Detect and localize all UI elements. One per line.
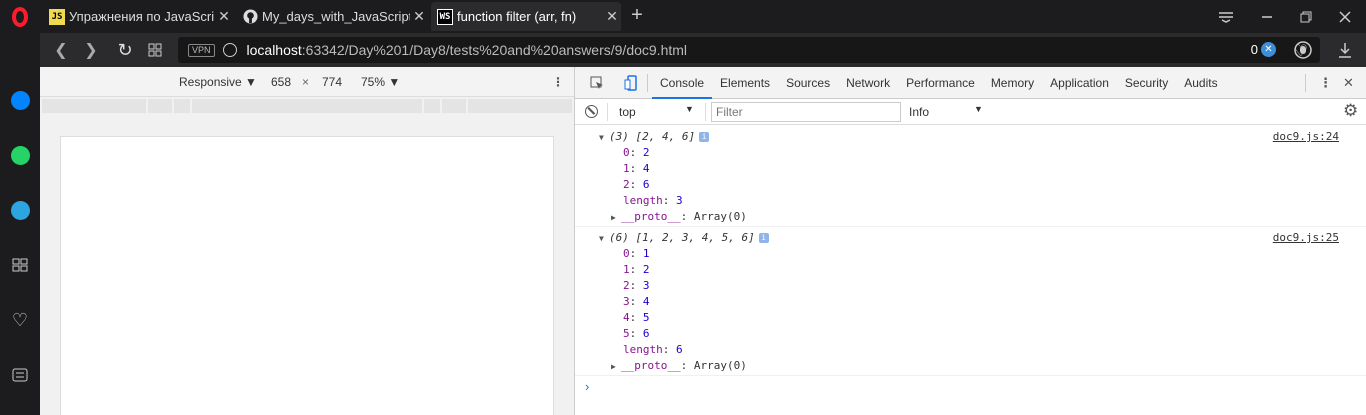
tab-application[interactable]: Application bbox=[1042, 67, 1117, 99]
array-item: 2: 6 bbox=[623, 178, 650, 191]
array-item: 5: 6 bbox=[623, 327, 650, 340]
array-proto[interactable]: ▶ __proto__: Array(0) bbox=[575, 209, 1366, 225]
tab-elements[interactable]: Elements bbox=[712, 67, 778, 99]
close-tab-icon[interactable]: ✕ bbox=[215, 8, 233, 25]
download-icon[interactable] bbox=[1328, 33, 1362, 67]
viewport-width-input[interactable]: 658 bbox=[271, 75, 291, 89]
tab-security[interactable]: Security bbox=[1117, 67, 1176, 99]
inspect-element-icon[interactable] bbox=[575, 76, 619, 90]
speed-dial-icon[interactable] bbox=[10, 255, 30, 275]
console-toolbar: top ▼ Filter Info ▼ ⚙ bbox=[575, 99, 1366, 125]
adblock-icon: ✕ bbox=[1261, 42, 1276, 57]
console-prompt[interactable]: › bbox=[585, 379, 589, 394]
vpn-profile-icon[interactable] bbox=[1286, 33, 1320, 67]
close-tab-icon[interactable]: ✕ bbox=[410, 8, 428, 25]
minimize-icon[interactable] bbox=[1248, 0, 1286, 33]
array-item: 3: 4 bbox=[623, 295, 650, 308]
console-settings-gear-icon[interactable]: ⚙ bbox=[1343, 101, 1358, 121]
array-summary[interactable]: ▼ (6) [1, 2, 3, 4, 5, 6] i doc9.js:25 bbox=[575, 230, 1366, 246]
array-item: 0: 2 bbox=[623, 146, 650, 159]
console-entry: ▼ (3) [2, 4, 6] i doc9.js:24 0: 2 1: 4 2: … bbox=[575, 129, 1366, 225]
devtools-tab-bar: Console Elements Sources Network Perform… bbox=[575, 67, 1366, 99]
webstorm-favicon-icon: WS bbox=[437, 8, 453, 25]
tab-javascript-exercises[interactable]: JS Упражнения по JavaScript ✕ bbox=[43, 2, 233, 31]
news-icon[interactable] bbox=[10, 365, 30, 385]
new-tab-button[interactable]: + bbox=[626, 4, 648, 26]
source-link[interactable]: doc9.js:25 bbox=[1273, 230, 1339, 246]
close-devtools-icon[interactable]: ✕ bbox=[1343, 75, 1354, 91]
tab-console[interactable]: Console bbox=[652, 67, 713, 99]
dimension-separator: × bbox=[302, 74, 310, 89]
log-level-select[interactable]: Info bbox=[909, 105, 929, 119]
level-dropdown-icon[interactable]: ▼ bbox=[974, 104, 983, 114]
context-select[interactable]: top bbox=[619, 105, 636, 119]
array-length: length: 6 bbox=[623, 343, 683, 356]
tab-performance[interactable]: Performance bbox=[898, 67, 983, 99]
tab-sources[interactable]: Sources bbox=[778, 67, 838, 99]
whatsapp-icon[interactable] bbox=[10, 145, 30, 165]
js-favicon-icon: JS bbox=[49, 8, 65, 25]
browser-tab-bar: JS Упражнения по JavaScript ✕ My_days_wi… bbox=[0, 0, 1366, 33]
console-entry: ▼ (6) [1, 2, 3, 4, 5, 6] i doc9.js:25 0: 1… bbox=[575, 230, 1366, 374]
tab-title: Упражнения по JavaScript bbox=[69, 9, 215, 24]
restore-window-icon[interactable] bbox=[1287, 0, 1325, 33]
array-proto[interactable]: ▶ __proto__: Array(0) bbox=[575, 358, 1366, 374]
github-icon bbox=[242, 9, 258, 25]
viewport-height-input[interactable]: 774 bbox=[322, 75, 342, 89]
messenger-icon[interactable] bbox=[10, 90, 30, 110]
zoom-select[interactable]: 75% ▼ bbox=[361, 75, 400, 89]
clear-console-icon[interactable] bbox=[585, 105, 598, 118]
array-item: 1: 2 bbox=[623, 263, 650, 276]
media-query-ruler bbox=[40, 97, 574, 115]
vpn-badge[interactable]: VPN bbox=[188, 43, 215, 57]
tab-memory[interactable]: Memory bbox=[983, 67, 1042, 99]
device-mode-select[interactable]: Responsive ▼ bbox=[179, 75, 257, 89]
source-link[interactable]: doc9.js:24 bbox=[1273, 129, 1339, 145]
tab-title: function filter (arr, fn) bbox=[457, 9, 577, 24]
url-text[interactable]: localhost:63342/Day%201/Day8/tests%20and… bbox=[247, 42, 688, 58]
tab-title: My_days_with_JavaScript/D bbox=[262, 9, 410, 24]
close-tab-icon[interactable]: ✕ bbox=[603, 8, 621, 25]
tab-network[interactable]: Network bbox=[838, 67, 898, 99]
devtools-menu-icon[interactable]: ⋮ bbox=[1319, 75, 1332, 91]
array-summary[interactable]: ▼ (3) [2, 4, 6] i doc9.js:24 bbox=[575, 129, 1366, 145]
adblock-counter[interactable]: 0 ✕ bbox=[1251, 42, 1276, 57]
array-item: 4: 5 bbox=[623, 311, 650, 324]
context-dropdown-icon[interactable]: ▼ bbox=[685, 104, 694, 114]
opera-sidebar: ♡ bbox=[0, 33, 40, 415]
forward-button[interactable]: ❯ bbox=[76, 33, 106, 67]
device-toolbar: Responsive ▼ 658 × 774 75% ▼ ⋮ bbox=[40, 67, 574, 97]
telegram-icon[interactable] bbox=[10, 200, 30, 220]
opera-logo-icon[interactable] bbox=[0, 0, 40, 33]
array-item: 2: 3 bbox=[623, 279, 650, 292]
info-badge-icon[interactable]: i bbox=[699, 132, 710, 142]
tab-audits[interactable]: Audits bbox=[1176, 67, 1225, 99]
array-item: 1: 4 bbox=[623, 162, 650, 175]
expand-triangle-icon[interactable]: ▼ bbox=[599, 231, 609, 247]
reload-button[interactable]: ↻ bbox=[110, 33, 140, 67]
adblock-count: 0 bbox=[1250, 42, 1258, 57]
globe-icon bbox=[222, 43, 237, 57]
tab-github-repo[interactable]: My_days_with_JavaScript/D ✕ bbox=[236, 2, 428, 31]
array-item: 0: 1 bbox=[623, 247, 650, 260]
back-button[interactable]: ❮ bbox=[46, 33, 76, 67]
devtools-panel: Console Elements Sources Network Perform… bbox=[574, 67, 1366, 415]
tab-function-filter[interactable]: WS function filter (arr, fn) ✕ bbox=[431, 2, 621, 31]
device-emulation-area: Responsive ▼ 658 × 774 75% ▼ ⋮ bbox=[40, 67, 574, 415]
emulated-page[interactable] bbox=[60, 136, 554, 415]
tab-menu-icon[interactable] bbox=[1207, 0, 1245, 33]
filter-input[interactable]: Filter bbox=[711, 102, 901, 122]
expand-triangle-icon[interactable]: ▼ bbox=[599, 130, 609, 146]
url-field[interactable]: VPN localhost:63342/Day%201/Day8/tests%2… bbox=[178, 37, 1320, 63]
tabs-grid-icon[interactable] bbox=[140, 33, 170, 67]
device-toolbar-toggle-icon[interactable] bbox=[619, 74, 643, 91]
more-options-icon[interactable]: ⋮ bbox=[552, 75, 564, 89]
array-length: length: 3 bbox=[623, 194, 683, 207]
info-badge-icon[interactable]: i bbox=[758, 233, 769, 243]
bookmarks-heart-icon[interactable]: ♡ bbox=[10, 310, 30, 330]
address-bar-row: ❮ ❯ ↻ VPN localhost:63342/Day%201/Day8/t… bbox=[40, 33, 1366, 67]
close-window-icon[interactable] bbox=[1326, 0, 1364, 33]
